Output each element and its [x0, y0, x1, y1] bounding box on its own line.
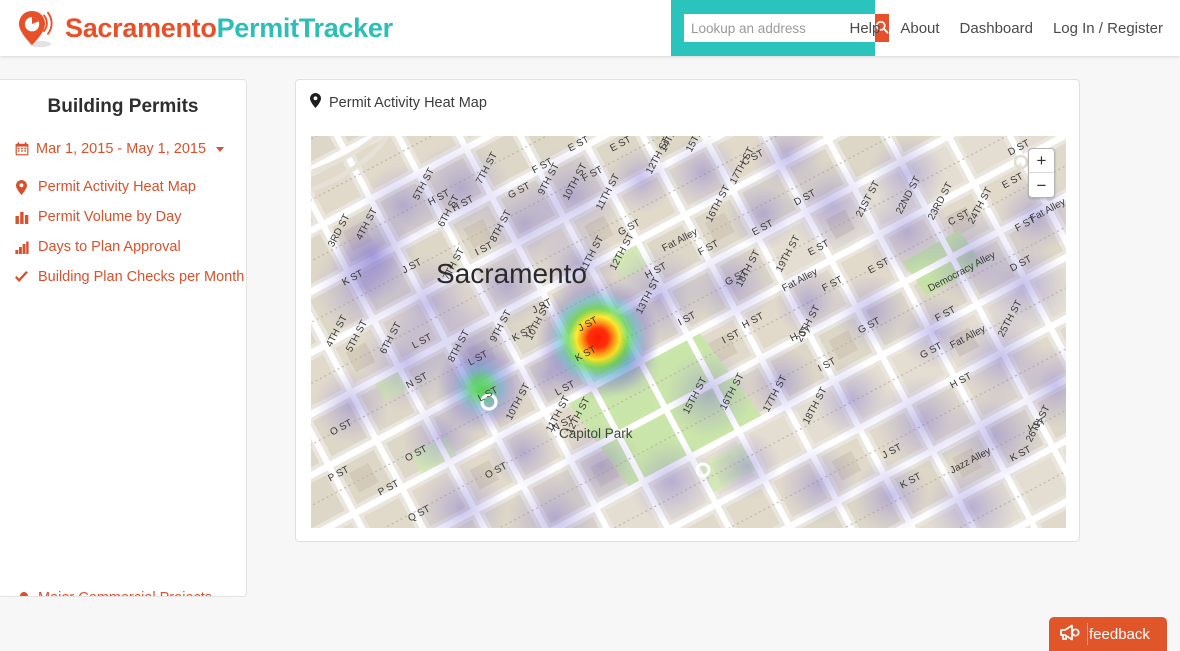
- calendar-icon: [14, 142, 29, 156]
- map-marker-icon: [14, 179, 29, 195]
- sidebar-item-label: Permit Volume by Day: [38, 209, 182, 225]
- sidebar-item-permit-volume-by-day[interactable]: Permit Volume by Day: [14, 206, 246, 228]
- map-pin-signal-icon: [16, 6, 60, 50]
- bar-chart-icon: [14, 211, 29, 224]
- map-vector-layer: [311, 136, 1066, 528]
- nav-item-help[interactable]: Help: [839, 20, 890, 37]
- wrench-icon: [14, 591, 29, 596]
- brand-logo[interactable]: SacramentoPermitTracker: [16, 4, 393, 52]
- panel-header: Permit Activity Heat Map: [296, 80, 1079, 112]
- map-viewport[interactable]: 3RD ST 4TH ST 5TH ST 6TH ST 7TH ST 8TH ST 9TH …: [311, 136, 1066, 528]
- sidebar-panel: Building Permits Mar 1, 2015 - May 1, 20…: [0, 79, 247, 597]
- sidebar-item-label: Building Plan Checks per Month: [38, 269, 245, 285]
- sidebar-item-building-plan-checks-per-month[interactable]: Building Plan Checks per Month: [14, 266, 246, 288]
- sidebar-item-permit-activity-heat-map[interactable]: Permit Activity Heat Map: [14, 176, 246, 198]
- megaphone-icon: [1058, 623, 1082, 646]
- feedback-divider: [1087, 623, 1088, 645]
- map-zoom-controls: + −: [1028, 148, 1055, 198]
- sidebar-item-label: Days to Plan Approval: [38, 239, 181, 255]
- sidebar-links: Permit Activity Heat Map Permit Volume b…: [0, 176, 246, 288]
- sidebar-clipped-section: Major Commercial Projects: [0, 587, 247, 596]
- search-wrapper: [684, 14, 889, 42]
- caret-down-icon: [216, 146, 225, 152]
- sidebar-title: Building Permits: [47, 96, 199, 117]
- primary-hotspot: [536, 276, 660, 400]
- sidebar-clipped-label: Major Commercial Projects: [38, 590, 212, 596]
- nav-item-about[interactable]: About: [890, 20, 949, 37]
- main-navigation: Help About Dashboard Log In / Register: [839, 0, 1173, 56]
- tertiary-hotspot: [329, 212, 417, 300]
- site-header: SacramentoPermitTracker Help About Dashb…: [0, 0, 1180, 56]
- nav-item-login-register[interactable]: Log In / Register: [1043, 20, 1173, 37]
- panel-title: Permit Activity Heat Map: [329, 94, 487, 111]
- date-range-selector[interactable]: Mar 1, 2015 - May 1, 2015: [14, 141, 246, 157]
- brand-text-primary: Sacramento: [65, 12, 217, 43]
- zoom-out-button[interactable]: −: [1029, 173, 1054, 197]
- brand-text: SacramentoPermitTracker: [65, 13, 393, 44]
- sidebar-item-label: Permit Activity Heat Map: [38, 179, 196, 195]
- sidebar-clipped-item[interactable]: Major Commercial Projects: [14, 587, 247, 596]
- map-marker-icon: [310, 93, 321, 112]
- zoom-in-button[interactable]: +: [1029, 149, 1054, 173]
- brand-text-secondary: PermitTracker: [216, 12, 394, 43]
- date-range-label: Mar 1, 2015 - May 1, 2015: [36, 141, 207, 157]
- nav-item-dashboard[interactable]: Dashboard: [950, 20, 1043, 37]
- feedback-tab[interactable]: feedback: [1049, 617, 1167, 651]
- feedback-label: feedback: [1089, 625, 1150, 643]
- map-canvas[interactable]: 3RD ST 4TH ST 5TH ST 6TH ST 7TH ST 8TH ST 9TH …: [311, 136, 1066, 528]
- check-icon: [14, 270, 29, 284]
- sidebar-item-days-to-plan-approval[interactable]: Days to Plan Approval: [14, 236, 246, 258]
- heat-map-panel: Permit Activity Heat Map 3RD ST 4TH ST 5…: [295, 79, 1080, 542]
- secondary-hotspot: [435, 342, 527, 434]
- signal-bars-icon: [14, 241, 29, 254]
